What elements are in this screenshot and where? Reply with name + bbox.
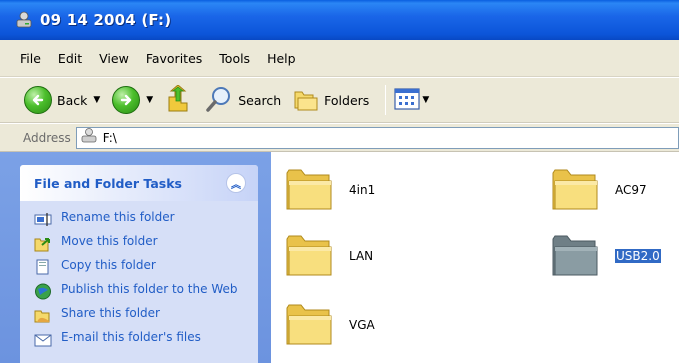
task-share-folder[interactable]: Share this folder [34, 307, 258, 324]
title-bar[interactable]: 09 14 2004 (F:) [0, 0, 679, 40]
folders-button[interactable]: Folders [293, 87, 369, 114]
forward-button[interactable]: ▼ [112, 86, 157, 114]
search-icon [205, 85, 233, 116]
folder-item-usb2[interactable]: USB2.0 [551, 231, 661, 280]
back-arrow-icon [24, 86, 52, 114]
up-folder-button[interactable] [165, 83, 191, 116]
forward-dropdown-icon[interactable]: ▼ [146, 95, 153, 105]
folder-label: VGA [349, 317, 375, 332]
share-icon [34, 307, 52, 324]
task-rename-folder[interactable]: Rename this folder [34, 211, 258, 228]
address-field[interactable]: F:\ [75, 126, 679, 149]
task-copy-folder[interactable]: Copy this folder [34, 259, 258, 276]
back-dropdown-icon[interactable]: ▼ [93, 95, 100, 105]
forward-arrow-icon [112, 86, 141, 114]
search-label: Search [238, 92, 282, 108]
drive-icon [80, 128, 98, 147]
folder-item-4in1[interactable]: 4in1 [285, 165, 375, 214]
task-label: Copy this folder [61, 258, 156, 272]
window-title: 09 14 2004 (F:) [40, 11, 172, 29]
menu-edit[interactable]: Edit [58, 51, 82, 66]
folder-icon [285, 165, 333, 214]
task-panel-title: File and Folder Tasks [34, 175, 182, 191]
folder-label: LAN [349, 248, 374, 263]
move-icon [34, 235, 52, 252]
email-icon [34, 331, 52, 348]
folder-item-vga[interactable]: VGA [285, 300, 375, 349]
folder-view[interactable]: 4in1 AC97 LAN USB2.0 VGA [271, 152, 679, 363]
folder-icon-selected [551, 231, 599, 280]
back-button[interactable]: Back ▼ [24, 86, 104, 114]
address-label: Address [23, 130, 71, 145]
menu-help[interactable]: Help [267, 51, 296, 66]
folder-icon [285, 300, 333, 349]
back-label: Back [57, 92, 88, 108]
menu-tools[interactable]: Tools [219, 51, 250, 66]
views-icon [394, 87, 420, 113]
menu-bar: File Edit View Favorites Tools Help [0, 40, 679, 77]
publish-icon [34, 283, 52, 300]
folder-label: 4in1 [349, 182, 376, 197]
drive-icon [14, 10, 34, 30]
address-bar: Address F:\ [0, 124, 679, 152]
folder-item-ac97[interactable]: AC97 [551, 165, 647, 214]
address-value: F:\ [102, 130, 117, 145]
task-panel-header[interactable]: File and Folder Tasks ︽ [20, 165, 258, 201]
task-move-folder[interactable]: Move this folder [34, 235, 258, 252]
task-label: E-mail this folder's files [61, 330, 201, 344]
task-label: Share this folder [61, 306, 160, 320]
task-list: Rename this folder Move this folder Copy… [20, 201, 258, 348]
search-button[interactable]: Search [205, 85, 281, 116]
menu-favorites[interactable]: Favorites [146, 51, 202, 66]
file-folder-tasks-panel: File and Folder Tasks ︽ Rename this fold… [20, 165, 258, 363]
folders-label: Folders [324, 92, 370, 108]
toolbar-separator [385, 85, 387, 115]
up-folder-icon [165, 83, 191, 116]
folder-label: USB2.0 [615, 248, 661, 263]
folder-icon [285, 231, 333, 280]
task-email-folder[interactable]: E-mail this folder's files [34, 331, 258, 348]
folder-label: AC97 [615, 182, 647, 197]
folder-item-lan[interactable]: LAN [285, 231, 373, 280]
rename-icon [34, 211, 52, 228]
task-label: Rename this folder [61, 210, 175, 224]
task-label: Move this folder [61, 234, 158, 248]
menu-file[interactable]: File [20, 51, 41, 66]
folders-icon [293, 87, 319, 114]
collapse-chevron-icon[interactable]: ︽ [226, 173, 246, 193]
copy-icon [34, 259, 52, 276]
menu-view[interactable]: View [99, 51, 129, 66]
views-button[interactable]: ▼ [394, 87, 433, 113]
task-pane: File and Folder Tasks ︽ Rename this fold… [0, 152, 271, 363]
folder-icon [551, 165, 599, 214]
toolbar: Back ▼ ▼ Search Folders ▼ [0, 77, 679, 123]
views-dropdown-icon[interactable]: ▼ [422, 95, 429, 105]
task-label: Publish this folder to the Web [61, 282, 238, 296]
task-publish-folder[interactable]: Publish this folder to the Web [34, 283, 258, 300]
